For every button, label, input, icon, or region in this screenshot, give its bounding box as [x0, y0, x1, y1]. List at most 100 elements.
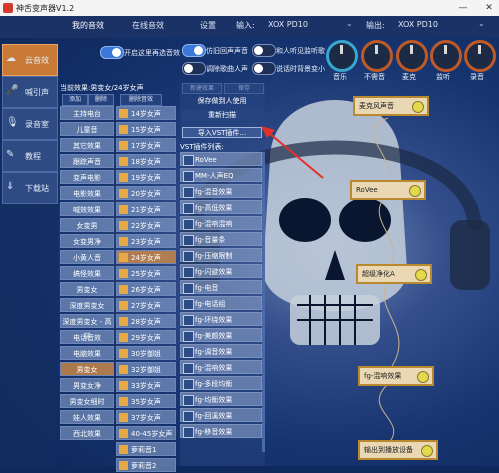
effect-preset-item[interactable]: 21岁女声: [116, 202, 176, 216]
delete-effect-button[interactable]: 删除音效: [120, 94, 162, 106]
vst-plugin-item[interactable]: RoVee: [180, 152, 262, 166]
chevron-down-icon[interactable]: ⌄: [346, 19, 353, 28]
sidebar-item-shout[interactable]: 🎤 喊引声: [2, 76, 58, 108]
effect-preset-item[interactable]: 26岁女声: [116, 282, 176, 296]
vst-plugin-item[interactable]: fg-高低效果: [180, 200, 262, 214]
effect-category-item[interactable]: 男变女净: [60, 378, 114, 392]
effect-category-item[interactable]: 深度男变女: [60, 298, 114, 312]
sidebar-item-studio[interactable]: 🎙 录音室: [2, 108, 58, 140]
tab-my-effects[interactable]: 我的音效: [72, 20, 104, 31]
effect-category-item[interactable]: 变声电影: [60, 170, 114, 184]
vst-plugin-item[interactable]: fg-移音效果: [180, 424, 262, 438]
effect-category-item[interactable]: 儿童音: [60, 122, 114, 136]
vst-plugin-item[interactable]: fg-调音效果: [180, 344, 262, 358]
preset-icon: [119, 413, 128, 422]
toggle-echo[interactable]: [182, 44, 206, 57]
record-knob[interactable]: [464, 40, 496, 72]
output-device-select[interactable]: XOX PD10: [398, 20, 438, 29]
effect-preset-item[interactable]: 33岁女声: [116, 378, 176, 392]
chain-node-purify[interactable]: 超级净化A: [356, 264, 432, 284]
vst-plugin-item[interactable]: fg-美颜效果: [180, 328, 262, 342]
sidebar-item-tutorial[interactable]: ✎ 教程: [2, 140, 58, 172]
effect-category-item[interactable]: 跟踪声音: [60, 154, 114, 168]
vst-scrollbar[interactable]: [262, 152, 265, 452]
effect-preset-item[interactable]: 25岁女声: [116, 266, 176, 280]
effect-category-item[interactable]: 女变男: [60, 218, 114, 232]
effect-preset-item[interactable]: 35岁女声: [116, 394, 176, 408]
mic-knob[interactable]: [396, 40, 428, 72]
effect-preset-item[interactable]: 24岁女声: [116, 250, 176, 264]
effect-category-item[interactable]: 电脑效果: [60, 346, 114, 360]
effect-category-item[interactable]: 深度男变女 - 高端: [60, 314, 114, 340]
close-button[interactable]: ✕: [482, 2, 496, 14]
effect-preset-item[interactable]: 萝莉音2: [116, 458, 176, 472]
effect-category-item[interactable]: 西北效果: [60, 426, 114, 440]
vst-plugin-item[interactable]: fg-电音: [180, 280, 262, 294]
effect-preset-item[interactable]: 27岁女声: [116, 298, 176, 312]
chain-node-reverb[interactable]: fg-混响效果: [358, 366, 434, 386]
tab-online-effects[interactable]: 在线音效: [132, 20, 164, 31]
preset-label: 17岁女声: [131, 142, 161, 150]
vst-plugin-item[interactable]: fg-混响混响: [180, 216, 262, 230]
effect-preset-item[interactable]: 37岁女声: [116, 410, 176, 424]
vst-plugin-item[interactable]: fg-压缩限制: [180, 248, 262, 262]
effect-preset-item[interactable]: 17岁女声: [116, 138, 176, 152]
effect-category-item[interactable]: 小黄人音: [60, 250, 114, 264]
effect-category-item[interactable]: 女变男净: [60, 234, 114, 248]
tab-settings[interactable]: 设置: [200, 20, 216, 31]
vst-plugin-item[interactable]: fg-环绕效果: [180, 312, 262, 326]
vst-plugin-item[interactable]: fg-音量条: [180, 232, 262, 246]
effect-category-item[interactable]: 娃人效果: [60, 410, 114, 424]
effect-preset-item[interactable]: 30岁御姐: [116, 346, 176, 360]
vst-plugin-item[interactable]: fg-均衡效果: [180, 392, 262, 406]
chain-node-rovee[interactable]: RoVee: [350, 180, 426, 200]
import-vst-button[interactable]: 导入VST插件...: [182, 127, 262, 138]
vst-plugin-item[interactable]: fg-回溪效果: [180, 408, 262, 422]
toggle-monitor[interactable]: [252, 44, 276, 57]
toggle-enable-effect[interactable]: [100, 46, 124, 59]
sidebar-item-cloud-effects[interactable]: ☁ 云音效: [2, 44, 58, 76]
rescan-button[interactable]: 重新扫描: [182, 110, 262, 121]
effect-preset-item[interactable]: 20岁女声: [116, 186, 176, 200]
effect-preset-item[interactable]: 14岁女声: [116, 106, 176, 120]
effect-category-item[interactable]: 男变女细时: [60, 394, 114, 408]
effect-category-item[interactable]: 搞怪效果: [60, 266, 114, 280]
delete-button[interactable]: 删除: [88, 94, 114, 106]
noise-knob[interactable]: [361, 40, 393, 72]
effect-category-item[interactable]: 电影效果: [60, 186, 114, 200]
effect-category-item[interactable]: 喊效效果: [60, 202, 114, 216]
effect-preset-item[interactable]: 32岁御姐: [116, 362, 176, 376]
vst-plugin-item[interactable]: fg-闪避效果: [180, 264, 262, 278]
effect-preset-item[interactable]: 40-45岁女声: [116, 426, 176, 440]
effect-category-item[interactable]: 其它效果: [60, 138, 114, 152]
music-volume-knob[interactable]: [326, 40, 358, 72]
effect-preset-item[interactable]: 28岁女声: [116, 314, 176, 328]
effect-preset-item[interactable]: 18岁女声: [116, 154, 176, 168]
chain-node-mic[interactable]: 麦克风声音: [353, 96, 429, 116]
vst-plugin-item[interactable]: fg-混响效果: [180, 360, 262, 374]
chain-node-output[interactable]: 输出到播放设备: [358, 440, 438, 460]
effect-category-item[interactable]: 男变女: [60, 282, 114, 296]
toggle-remove-vocals[interactable]: [182, 62, 206, 75]
sidebar-item-download[interactable]: ⇓ 下载站: [2, 172, 58, 204]
toggle-duck-background[interactable]: [252, 62, 276, 75]
monitor-knob[interactable]: [430, 40, 462, 72]
vst-plugin-item[interactable]: fg-电话组: [180, 296, 262, 310]
effect-preset-item[interactable]: 19岁女声: [116, 170, 176, 184]
effect-category-item[interactable]: 电话音效: [60, 330, 114, 344]
effect-category-item[interactable]: 主持电台: [60, 106, 114, 120]
chevron-down-icon[interactable]: ⌄: [478, 19, 485, 28]
vst-plugin-item[interactable]: fg-多段均衡: [180, 376, 262, 390]
effect-preset-item[interactable]: 22岁女声: [116, 218, 176, 232]
effect-preset-item[interactable]: 29岁女声: [116, 330, 176, 344]
vst-list-title: VST插件列表:: [180, 143, 224, 151]
minimize-button[interactable]: —: [456, 2, 470, 14]
effect-preset-item[interactable]: 15岁女声: [116, 122, 176, 136]
vst-plugin-item[interactable]: MM-人声EQ: [180, 168, 262, 182]
effect-preset-item[interactable]: 萝莉音1: [116, 442, 176, 456]
vst-plugin-item[interactable]: fg-混音效果: [180, 184, 262, 198]
effect-category-item[interactable]: 男变女: [60, 362, 114, 376]
add-button[interactable]: 添加: [62, 94, 88, 106]
effect-preset-item[interactable]: 23岁女声: [116, 234, 176, 248]
input-device-select[interactable]: XOX PD10: [268, 20, 308, 29]
